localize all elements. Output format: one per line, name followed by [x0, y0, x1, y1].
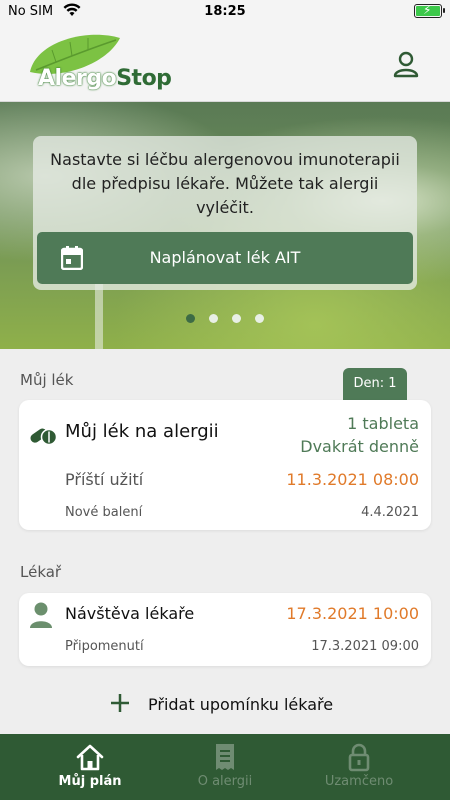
doctor-icon	[30, 602, 52, 628]
plan-ait-button[interactable]: Naplánovat lék AIT	[37, 232, 413, 284]
dose-info: 1 tableta Dvakrát denně	[300, 412, 419, 458]
hero-card: Nastavte si léčbu alergenovou imunoterap…	[33, 136, 417, 290]
app-logo: AlergoStop	[20, 32, 190, 96]
tab-bar: Můj plán O alergii Uzamčeno	[0, 734, 450, 800]
medicine-name: Můj lék na alergii	[65, 421, 219, 442]
new-pack-label: Nové balení	[65, 505, 143, 520]
new-pack-value: 4.4.2021	[361, 505, 419, 520]
document-icon	[216, 744, 234, 770]
battery-icon: ⚡	[414, 3, 445, 18]
reminder-value: 17.3.2021 09:00	[311, 639, 419, 654]
profile-button[interactable]	[392, 50, 420, 78]
tab-locked-label: Uzamčeno	[324, 774, 394, 789]
carousel-dot-2[interactable]	[209, 314, 218, 323]
day-badge: Den: 1	[343, 368, 407, 402]
add-doctor-reminder-label: Přidat upomínku lékaře	[148, 695, 334, 714]
logo-text-stop: Stop	[116, 66, 172, 91]
visit-label: Návštěva lékaře	[65, 604, 195, 623]
lock-icon	[348, 743, 370, 772]
tab-my-plan-label: Můj plán	[58, 774, 122, 789]
logo-text-alergo: Alergo	[38, 66, 117, 91]
carousel-dots	[0, 314, 450, 323]
next-dose-label: Příští užití	[65, 470, 144, 489]
plus-icon	[111, 694, 129, 712]
tab-locked[interactable]: Uzamčeno	[284, 734, 434, 800]
visit-value: 17.3.2021 10:00	[286, 604, 419, 623]
dose-amount: 1 tableta	[347, 414, 419, 433]
pills-icon	[30, 428, 57, 446]
dose-frequency: Dvakrát denně	[300, 437, 419, 456]
hero-carousel[interactable]: Nastavte si léčbu alergenovou imunoterap…	[0, 102, 450, 349]
person-icon	[393, 51, 419, 78]
section-title-doctor: Lékař	[20, 563, 62, 581]
tab-my-plan[interactable]: Můj plán	[15, 734, 165, 800]
reminder-label: Připomenutí	[65, 639, 144, 654]
doctor-visit-card[interactable]: Návštěva lékaře 17.3.2021 10:00 Připomen…	[19, 593, 431, 666]
next-dose-value: 11.3.2021 08:00	[286, 470, 419, 489]
section-title-medicine: Můj lék	[20, 371, 74, 389]
app-header: AlergoStop	[0, 24, 450, 102]
carousel-dot-1[interactable]	[186, 314, 195, 323]
hero-text: Nastavte si léčbu alergenovou imunoterap…	[50, 150, 400, 217]
tab-about-allergy-label: O alergii	[197, 774, 253, 789]
home-icon	[76, 744, 104, 771]
carousel-dot-4[interactable]	[255, 314, 264, 323]
status-bar: No SIM 18:25 ⚡	[0, 0, 450, 24]
plan-ait-label: Naplánovat lék AIT	[149, 248, 301, 267]
medicine-card[interactable]: Můj lék na alergii 1 tableta Dvakrát den…	[19, 400, 431, 530]
carousel-dot-3[interactable]	[232, 314, 241, 323]
clock: 18:25	[204, 4, 246, 19]
tab-about-allergy[interactable]: O alergii	[150, 734, 300, 800]
